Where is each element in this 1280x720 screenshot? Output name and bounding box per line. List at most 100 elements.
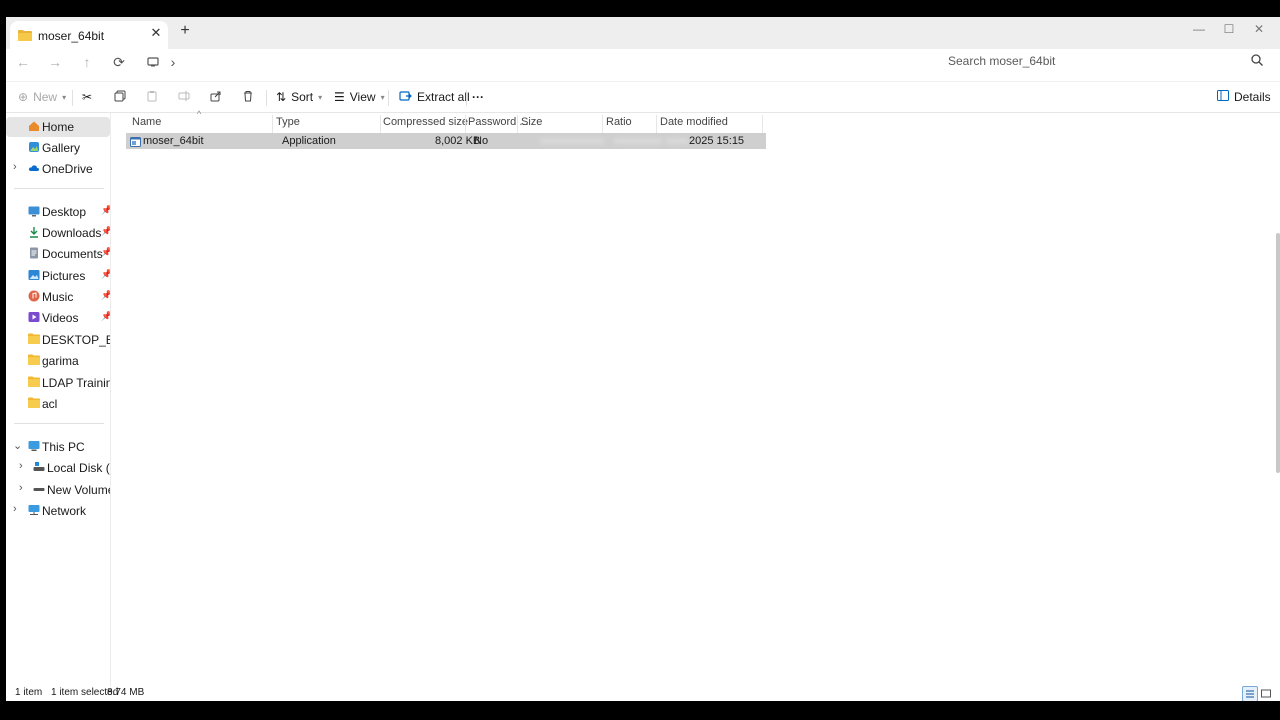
column-header-date-modified[interactable]: Date modified bbox=[660, 116, 728, 128]
tab-moser-64bit[interactable]: moser_64bit ✕ bbox=[10, 21, 168, 49]
vertical-scrollbar[interactable] bbox=[1276, 233, 1280, 473]
folder-icon bbox=[18, 29, 32, 44]
toolbar-divider bbox=[466, 90, 467, 106]
cut-button[interactable]: ✂ bbox=[82, 88, 92, 106]
sidebar-item-label: OneDrive bbox=[42, 162, 93, 176]
large-icons-view-button[interactable] bbox=[1258, 686, 1274, 701]
extract-all-button[interactable]: Extract all bbox=[399, 88, 470, 106]
column-header-name[interactable]: Name bbox=[132, 116, 161, 128]
sort-icon: ⇅ bbox=[276, 90, 287, 104]
column-header-password[interactable]: Password ... bbox=[468, 116, 529, 128]
rename-button[interactable] bbox=[178, 88, 190, 106]
sidebar-item-pictures[interactable]: Pictures 📌 bbox=[6, 266, 110, 286]
sidebar-item-music[interactable]: Music 📌 bbox=[6, 287, 110, 307]
view-icon: ☰ bbox=[334, 90, 345, 104]
delete-button[interactable] bbox=[242, 88, 254, 106]
back-arrow-icon[interactable]: ← bbox=[14, 53, 32, 71]
chevron-right-icon[interactable]: › bbox=[19, 482, 23, 494]
share-icon bbox=[210, 90, 222, 105]
desktop-icon bbox=[28, 205, 40, 217]
pin-icon[interactable]: 📌 bbox=[101, 311, 110, 322]
column-header-size[interactable]: Size bbox=[521, 116, 542, 128]
table-row[interactable]: moser_64bit Application 8,002 KB No 2025… bbox=[126, 133, 766, 149]
details-view-button[interactable] bbox=[1242, 686, 1258, 701]
column-header-type[interactable]: Type bbox=[276, 116, 300, 128]
this-pc-location-icon[interactable] bbox=[144, 53, 162, 71]
chevron-right-icon[interactable]: › bbox=[19, 460, 23, 472]
column-divider[interactable] bbox=[656, 115, 657, 133]
cell-date-redacted bbox=[666, 138, 688, 144]
download-icon bbox=[28, 226, 40, 238]
close-tab-icon[interactable]: ✕ bbox=[149, 26, 163, 40]
sidebar-item-network[interactable]: › Network bbox=[6, 501, 110, 521]
sidebar-item-new-volume-d[interactable]: › New Volume (D:) bbox=[6, 480, 110, 500]
sidebar-divider bbox=[14, 423, 104, 424]
minimize-button[interactable]: — bbox=[1189, 21, 1209, 37]
cell-size-redacted bbox=[540, 138, 604, 144]
chevron-down-icon: ▾ bbox=[318, 92, 323, 102]
sidebar-item-downloads[interactable]: Downloads 📌 bbox=[6, 223, 110, 243]
column-divider[interactable] bbox=[272, 115, 273, 133]
sidebar-item-label: Music bbox=[42, 290, 74, 304]
column-divider[interactable] bbox=[517, 115, 518, 133]
column-divider[interactable] bbox=[465, 115, 466, 133]
column-divider[interactable] bbox=[762, 115, 763, 133]
folder-icon bbox=[28, 354, 40, 366]
sidebar-item-label: DESKTOP_BACKUP bbox=[42, 333, 110, 347]
sidebar-item-acl[interactable]: acl bbox=[6, 394, 110, 414]
sidebar-item-desktop-backup[interactable]: DESKTOP_BACKUP bbox=[6, 330, 110, 350]
forward-arrow-icon[interactable]: → bbox=[46, 53, 64, 71]
view-button[interactable]: ☰ View ▾ bbox=[334, 88, 385, 106]
sidebar-item-label: Home bbox=[42, 120, 75, 134]
more-options-button[interactable]: ··· bbox=[472, 88, 484, 106]
up-arrow-icon[interactable]: ↑ bbox=[78, 53, 96, 71]
new-tab-button[interactable]: + bbox=[178, 23, 192, 39]
sidebar-item-label: Videos bbox=[42, 311, 79, 325]
folder-icon bbox=[28, 333, 40, 345]
close-window-button[interactable]: ✕ bbox=[1249, 21, 1269, 37]
column-header-ratio[interactable]: Ratio bbox=[606, 116, 632, 128]
chevron-right-icon[interactable]: › bbox=[13, 161, 17, 173]
sidebar-item-documents[interactable]: Documents 📌 bbox=[6, 244, 110, 264]
breadcrumb-chevron[interactable]: › bbox=[164, 53, 182, 71]
toolbar-divider bbox=[266, 90, 267, 106]
search-box[interactable]: Search moser_64bit bbox=[938, 50, 1270, 72]
sidebar-item-videos[interactable]: Videos 📌 bbox=[6, 308, 110, 328]
chevron-down-icon[interactable]: ⌄ bbox=[13, 439, 22, 452]
column-header-compressed-size[interactable]: Compressed size bbox=[383, 116, 468, 128]
sidebar-item-local-disk-c[interactable]: › Local Disk (C:) bbox=[6, 458, 110, 478]
sidebar-item-ldap-training[interactable]: LDAP Training bbox=[6, 373, 110, 393]
paste-button[interactable] bbox=[146, 88, 158, 106]
pin-icon[interactable]: 📌 bbox=[101, 290, 110, 301]
pin-icon[interactable]: 📌 bbox=[101, 269, 110, 280]
sidebar-item-home[interactable]: Home bbox=[6, 117, 110, 137]
maximize-button[interactable]: ☐ bbox=[1219, 21, 1239, 37]
pin-icon[interactable]: 📌 bbox=[101, 226, 110, 237]
sidebar-item-garima[interactable]: garima bbox=[6, 351, 110, 371]
pin-icon[interactable]: 📌 bbox=[101, 205, 110, 216]
column-divider[interactable] bbox=[380, 115, 381, 133]
details-button[interactable]: Details bbox=[1217, 88, 1271, 106]
search-input[interactable]: Search moser_64bit bbox=[948, 54, 1055, 68]
new-button[interactable]: ⊕ New ▾ bbox=[18, 88, 66, 106]
sidebar-item-gallery[interactable]: Gallery bbox=[6, 138, 110, 158]
refresh-icon[interactable]: ⟳ bbox=[110, 53, 128, 71]
share-button[interactable] bbox=[210, 88, 222, 106]
pin-icon[interactable]: 📌 bbox=[101, 247, 110, 258]
sidebar-item-label: Local Disk (C:) bbox=[47, 461, 110, 475]
computer-icon bbox=[28, 440, 40, 452]
chevron-right-icon[interactable]: › bbox=[13, 503, 17, 515]
sidebar-item-onedrive[interactable]: › OneDrive bbox=[6, 159, 110, 179]
tab-title: moser_64bit bbox=[38, 29, 105, 43]
chevron-down-icon: ▾ bbox=[62, 92, 67, 102]
sidebar-item-label: New Volume (D:) bbox=[47, 483, 110, 497]
column-divider[interactable] bbox=[602, 115, 603, 133]
sidebar-item-desktop[interactable]: Desktop 📌 bbox=[6, 202, 110, 222]
sort-button[interactable]: ⇅ Sort ▾ bbox=[276, 88, 322, 106]
extract-icon bbox=[399, 90, 412, 105]
cloud-icon bbox=[28, 162, 40, 174]
sidebar-item-this-pc[interactable]: ⌄ This PC bbox=[6, 437, 110, 457]
toolbar-divider bbox=[72, 90, 73, 106]
sort-ascending-icon: ^ bbox=[197, 109, 202, 119]
copy-button[interactable] bbox=[114, 88, 126, 106]
